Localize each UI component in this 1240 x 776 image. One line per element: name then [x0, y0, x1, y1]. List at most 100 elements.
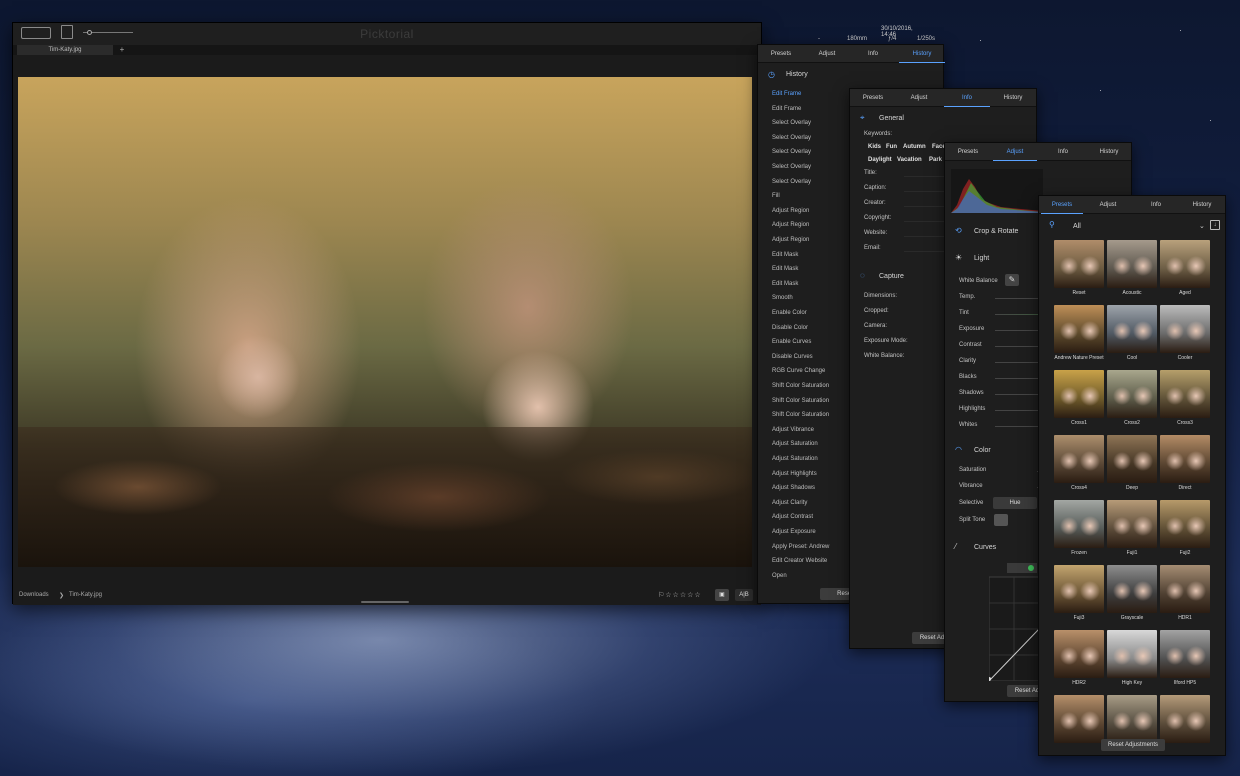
- breadcrumb-folder[interactable]: Downloads: [19, 592, 49, 598]
- preset-thumbnail[interactable]: [1160, 630, 1210, 678]
- history-item[interactable]: Select Overlay: [772, 120, 852, 126]
- history-item[interactable]: Edit Mask: [772, 252, 852, 258]
- curves-title[interactable]: Curves: [974, 544, 996, 551]
- history-item[interactable]: Adjust Contrast: [772, 514, 852, 520]
- history-item[interactable]: Adjust Shadows: [772, 485, 852, 491]
- tab-adjust[interactable]: Adjust: [993, 143, 1037, 161]
- history-item[interactable]: Disable Curves: [772, 354, 852, 360]
- ab-compare-button[interactable]: A|B: [735, 589, 753, 601]
- tab-adjust[interactable]: Adjust: [896, 89, 942, 107]
- tab-history[interactable]: History: [1086, 143, 1132, 161]
- preset-thumbnail[interactable]: [1160, 370, 1210, 418]
- photo-canvas[interactable]: [18, 77, 752, 567]
- preset-thumbnail[interactable]: [1054, 370, 1104, 418]
- preset-thumbnail[interactable]: [1054, 695, 1104, 743]
- preset-thumbnail[interactable]: [1107, 370, 1157, 418]
- keyword-tag[interactable]: Fun: [886, 144, 897, 150]
- history-item[interactable]: Shift Color Saturation: [772, 398, 852, 404]
- history-item[interactable]: Enable Color: [772, 310, 852, 316]
- import-icon[interactable]: ↓: [1210, 220, 1220, 230]
- light-title[interactable]: Light: [974, 255, 989, 262]
- history-item[interactable]: Enable Curves: [772, 339, 852, 345]
- history-item[interactable]: Adjust Region: [772, 208, 852, 214]
- preset-thumbnail[interactable]: [1054, 435, 1104, 483]
- file-tab[interactable]: Tim-Katy.jpg: [17, 45, 113, 55]
- preset-thumbnail[interactable]: [1160, 695, 1210, 743]
- history-item[interactable]: Smooth: [772, 295, 852, 301]
- add-tab-button[interactable]: +: [117, 45, 127, 55]
- keyword-tag[interactable]: Park: [929, 157, 942, 163]
- preset-thumbnail[interactable]: [1107, 500, 1157, 548]
- history-item[interactable]: Shift Color Saturation: [772, 383, 852, 389]
- preset-thumbnail[interactable]: [1160, 565, 1210, 613]
- history-item[interactable]: Adjust Highlights: [772, 471, 852, 477]
- history-item[interactable]: Edit Mask: [772, 281, 852, 287]
- tab-history[interactable]: History: [990, 89, 1036, 107]
- preset-thumbnail[interactable]: [1160, 240, 1210, 288]
- preset-thumbnail[interactable]: [1054, 565, 1104, 613]
- history-item[interactable]: Fill: [772, 193, 852, 199]
- history-item[interactable]: Adjust Saturation: [772, 441, 852, 447]
- tab-history[interactable]: History: [899, 45, 945, 63]
- history-item[interactable]: Edit Frame: [772, 91, 852, 97]
- tab-presets[interactable]: Presets: [850, 89, 896, 107]
- eyedropper-icon[interactable]: ✎: [1005, 274, 1019, 286]
- search-icon[interactable]: ⚲: [1049, 220, 1055, 229]
- preset-thumbnail[interactable]: [1054, 500, 1104, 548]
- tab-info[interactable]: Info: [850, 45, 896, 63]
- history-item[interactable]: Disable Color: [772, 325, 852, 331]
- history-item[interactable]: Adjust Vibrance: [772, 427, 852, 433]
- history-item[interactable]: Adjust Exposure: [772, 529, 852, 535]
- preset-filter[interactable]: All: [1073, 223, 1081, 230]
- preset-thumbnail[interactable]: [1107, 435, 1157, 483]
- history-item[interactable]: Adjust Region: [772, 237, 852, 243]
- preset-thumbnail[interactable]: [1160, 435, 1210, 483]
- history-item[interactable]: Adjust Saturation: [772, 456, 852, 462]
- history-item[interactable]: RGB Curve Change: [772, 368, 852, 374]
- tab-history[interactable]: History: [1179, 196, 1225, 214]
- preset-thumbnail[interactable]: [1107, 630, 1157, 678]
- selective-dropdown[interactable]: Hue: [993, 497, 1037, 509]
- history-item[interactable]: Edit Mask: [772, 266, 852, 272]
- crop-rotate-title[interactable]: Crop & Rotate: [974, 228, 1018, 235]
- chevron-down-icon[interactable]: ⌄: [1199, 222, 1205, 230]
- history-item[interactable]: Adjust Clarity: [772, 500, 852, 506]
- preset-thumbnail[interactable]: [1054, 240, 1104, 288]
- tab-presets[interactable]: Presets: [1041, 196, 1083, 214]
- preset-thumbnail[interactable]: [1107, 240, 1157, 288]
- tab-presets[interactable]: Presets: [945, 143, 991, 161]
- history-item[interactable]: Shift Color Saturation: [772, 412, 852, 418]
- history-item[interactable]: Edit Frame: [772, 106, 852, 112]
- history-item[interactable]: Apply Preset: Andrew: [772, 544, 852, 550]
- tab-info[interactable]: Info: [944, 89, 990, 107]
- keyword-tag[interactable]: Vacation: [897, 157, 922, 163]
- history-item[interactable]: Select Overlay: [772, 149, 852, 155]
- preset-thumbnail[interactable]: [1107, 695, 1157, 743]
- tab-adjust[interactable]: Adjust: [804, 45, 850, 63]
- preset-thumbnail[interactable]: [1054, 630, 1104, 678]
- preset-thumbnail[interactable]: [1107, 305, 1157, 353]
- tab-presets[interactable]: Presets: [758, 45, 804, 63]
- history-item[interactable]: Select Overlay: [772, 135, 852, 141]
- preset-thumbnail[interactable]: [1160, 305, 1210, 353]
- history-item[interactable]: Select Overlay: [772, 164, 852, 170]
- preset-thumbnail[interactable]: [1107, 565, 1157, 613]
- history-item[interactable]: Adjust Region: [772, 222, 852, 228]
- compare-icon[interactable]: ▣: [715, 589, 729, 601]
- keyword-tag[interactable]: Kids: [868, 144, 881, 150]
- rating-stars[interactable]: ☆☆☆☆☆: [665, 592, 701, 599]
- tab-adjust[interactable]: Adjust: [1085, 196, 1131, 214]
- history-item[interactable]: Edit Creator Website: [772, 558, 852, 564]
- split-tone-swatch[interactable]: [994, 514, 1008, 526]
- history-item[interactable]: Open: [772, 573, 852, 579]
- tab-info[interactable]: Info: [1133, 196, 1179, 214]
- history-item[interactable]: Select Overlay: [772, 179, 852, 185]
- preset-thumbnail[interactable]: [1160, 500, 1210, 548]
- keyword-tag[interactable]: Daylight: [868, 157, 892, 163]
- star-rating[interactable]: ⚐☆☆☆☆☆: [658, 591, 702, 599]
- color-title[interactable]: Color: [974, 447, 991, 454]
- keyword-tag[interactable]: Autumn: [903, 144, 926, 150]
- horizontal-scrollbar[interactable]: [361, 601, 409, 603]
- tab-info[interactable]: Info: [1040, 143, 1086, 161]
- breadcrumb-file[interactable]: Tim-Katy.jpg: [69, 592, 102, 598]
